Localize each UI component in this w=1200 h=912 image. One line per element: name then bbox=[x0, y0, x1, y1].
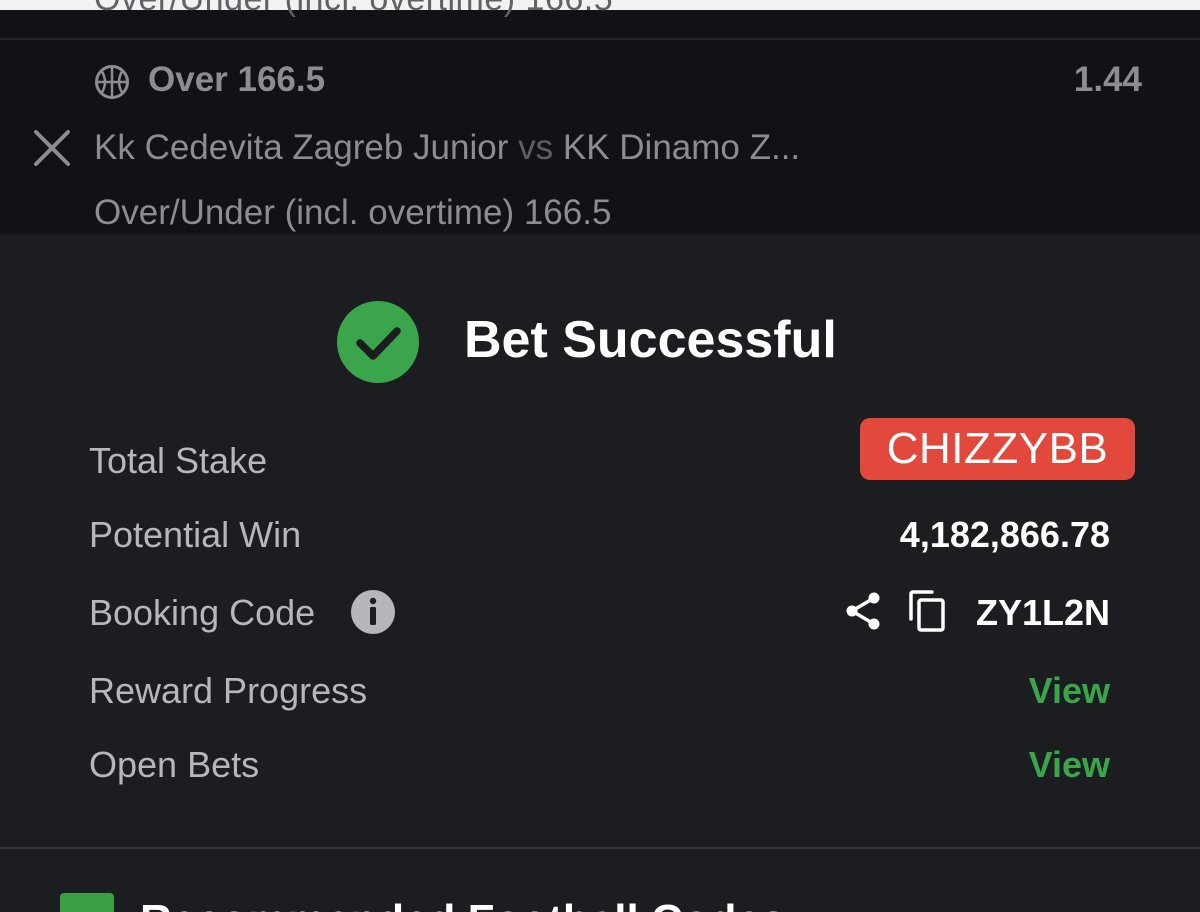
open-bets-label: Open Bets bbox=[89, 744, 260, 785]
reward-progress-view-link[interactable]: View bbox=[1029, 670, 1110, 712]
vs-separator: vs bbox=[518, 128, 554, 167]
home-team: Kk Cedevita Zagreb Junior bbox=[94, 128, 509, 167]
potential-win-label: Potential Win bbox=[89, 514, 302, 555]
booking-code-value[interactable]: ZY1L2N bbox=[976, 592, 1110, 634]
away-team: KK Dinamo Z... bbox=[562, 128, 801, 167]
open-bets-view-link[interactable]: View bbox=[1029, 744, 1110, 786]
bet-slip-screen: Over/Under (incl. overtime) 166.5 Over 1… bbox=[0, 0, 1200, 912]
basketball-icon bbox=[95, 65, 129, 99]
success-title: Bet Successful bbox=[464, 311, 837, 369]
info-icon[interactable] bbox=[350, 589, 396, 635]
selection-title: Over 166.5 bbox=[148, 60, 326, 99]
recommended-codes-title[interactable]: Recommended Football Codes bbox=[140, 896, 785, 912]
section-divider bbox=[0, 847, 1200, 849]
previous-selection-market: Over/Under (incl. overtime) 166.5 bbox=[94, 0, 613, 19]
reward-progress-label: Reward Progress bbox=[89, 670, 368, 711]
total-stake-value: CHIZZYBB bbox=[860, 418, 1135, 480]
booking-code-label: Booking Code bbox=[89, 592, 316, 633]
total-stake-label: Total Stake bbox=[89, 440, 268, 481]
potential-win-value: 4,182,866.78 bbox=[899, 514, 1110, 555]
selection-market: Over/Under (incl. overtime) 166.5 bbox=[94, 193, 612, 232]
match-name: Kk Cedevita Zagreb Junior vs KK Dinamo Z… bbox=[94, 128, 800, 168]
selection-odds: 1.44 bbox=[1073, 60, 1142, 99]
share-icon[interactable] bbox=[842, 590, 884, 632]
close-icon[interactable] bbox=[32, 128, 72, 168]
recommended-codes-icon bbox=[60, 893, 114, 912]
check-circle-icon bbox=[337, 301, 419, 383]
copy-icon[interactable] bbox=[906, 589, 948, 633]
